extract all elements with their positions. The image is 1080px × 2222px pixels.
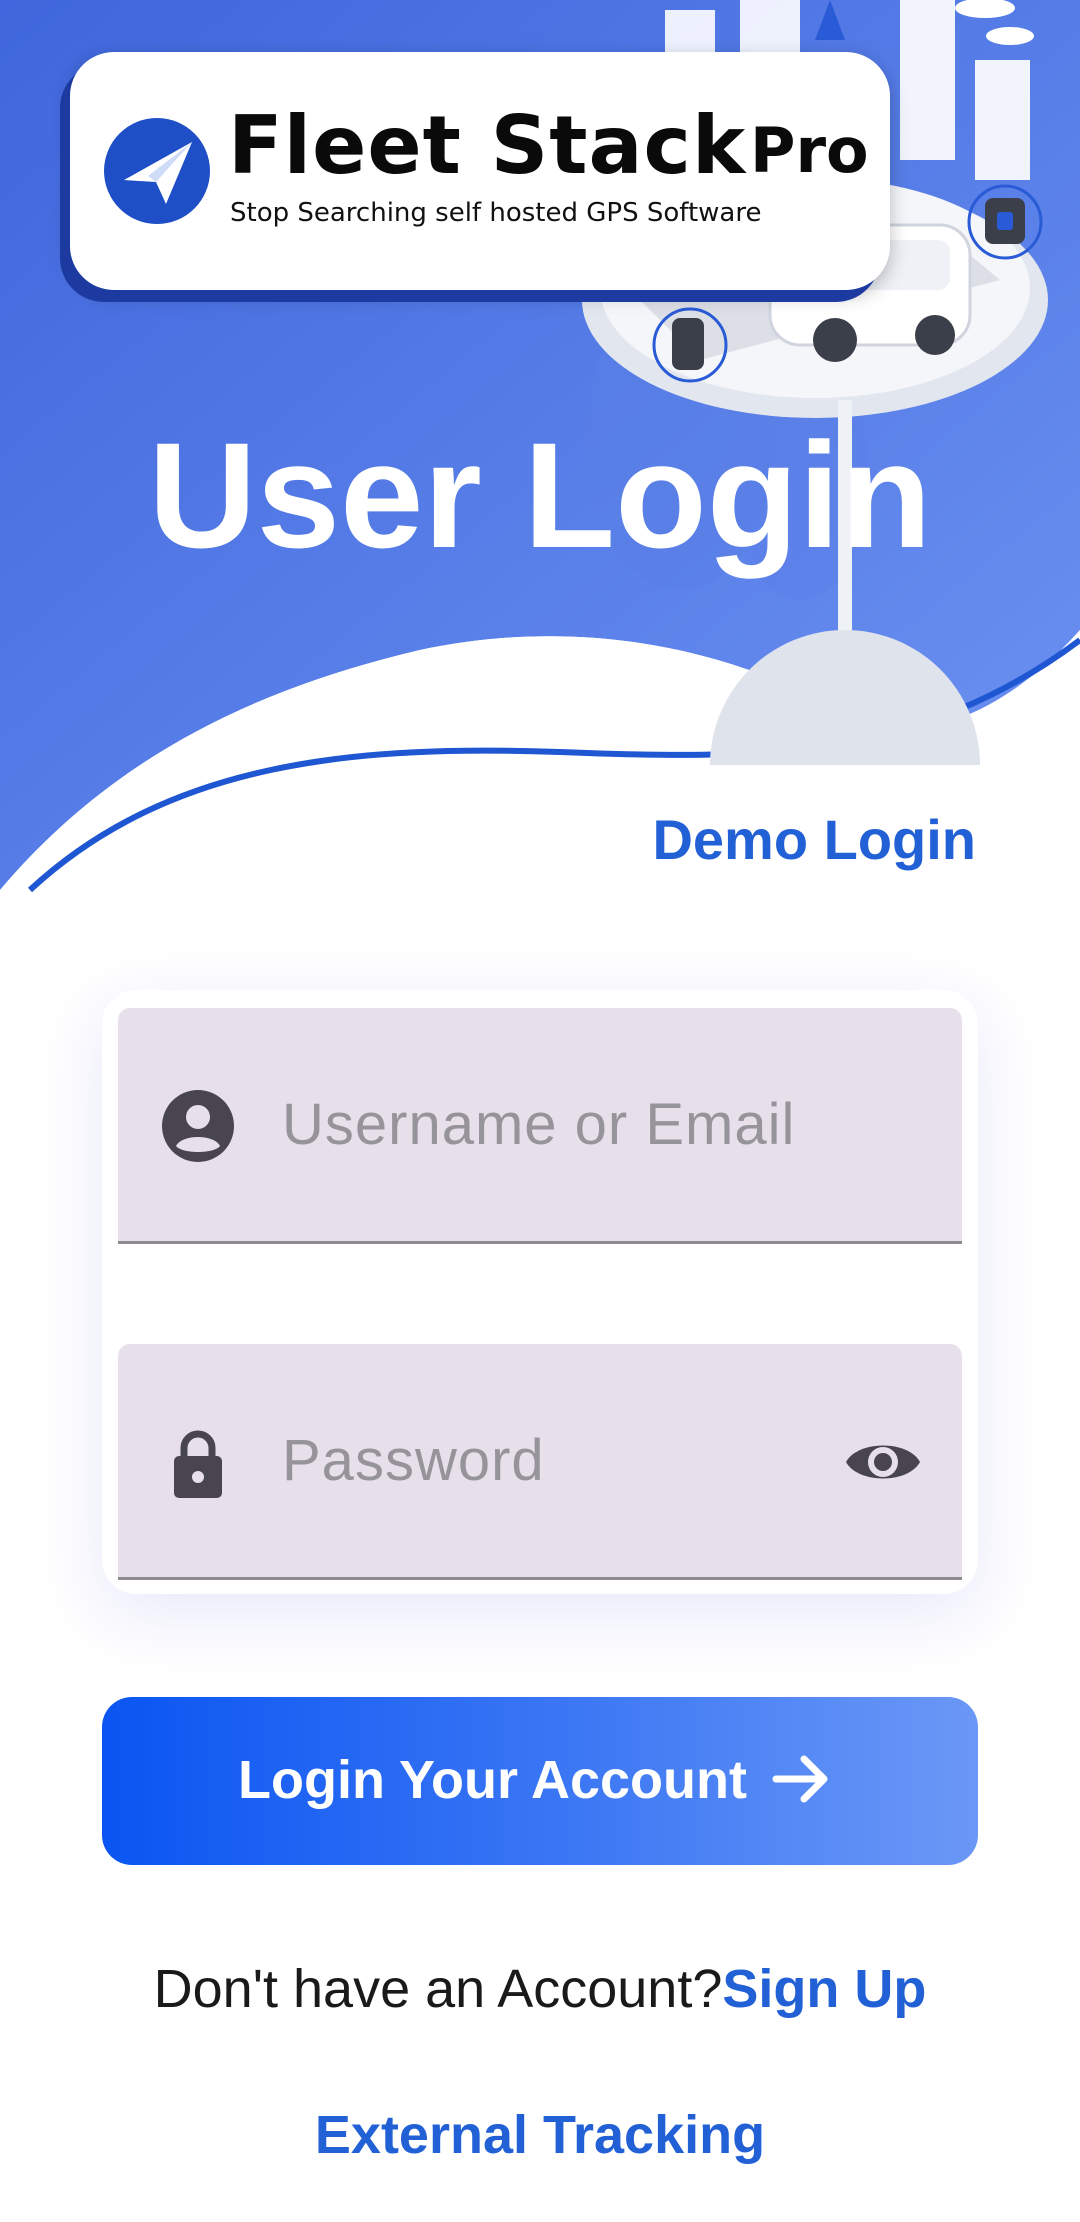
logo-suffix: Pro	[750, 114, 869, 187]
signup-row: Don't have an Account?Sign Up	[0, 1962, 1080, 2016]
username-placeholder: Username or Email	[282, 1092, 796, 1157]
username-field[interactable]: Username or Email	[118, 1008, 962, 1244]
account-circle-icon	[162, 1090, 234, 1162]
signup-question: Don't have an Account?	[153, 1959, 723, 2019]
signup-link[interactable]: Sign Up	[722, 1959, 926, 2019]
paper-plane-logo-icon	[104, 118, 210, 224]
hero-banner: Fleet Stack Pro Stop Searching self host…	[0, 0, 1080, 900]
eye-icon[interactable]	[844, 1434, 922, 1490]
login-button[interactable]: Login Your Account	[102, 1697, 978, 1865]
demo-login-link[interactable]: Demo Login	[652, 812, 976, 868]
arrow-right-icon	[772, 1755, 828, 1803]
login-form-card: Username or Email Password	[102, 990, 978, 1594]
password-field[interactable]: Password	[118, 1344, 962, 1580]
logo-card: Fleet Stack Pro Stop Searching self host…	[70, 52, 890, 290]
login-button-label: Login Your Account	[238, 1750, 747, 1810]
logo-tagline: Stop Searching self hosted GPS Software	[230, 198, 762, 228]
external-tracking-link[interactable]: External Tracking	[0, 2108, 1080, 2162]
logo-title: Fleet Stack	[228, 99, 747, 192]
password-placeholder: Password	[282, 1428, 545, 1493]
page-title: User Login	[148, 411, 932, 579]
lock-icon	[174, 1430, 222, 1498]
